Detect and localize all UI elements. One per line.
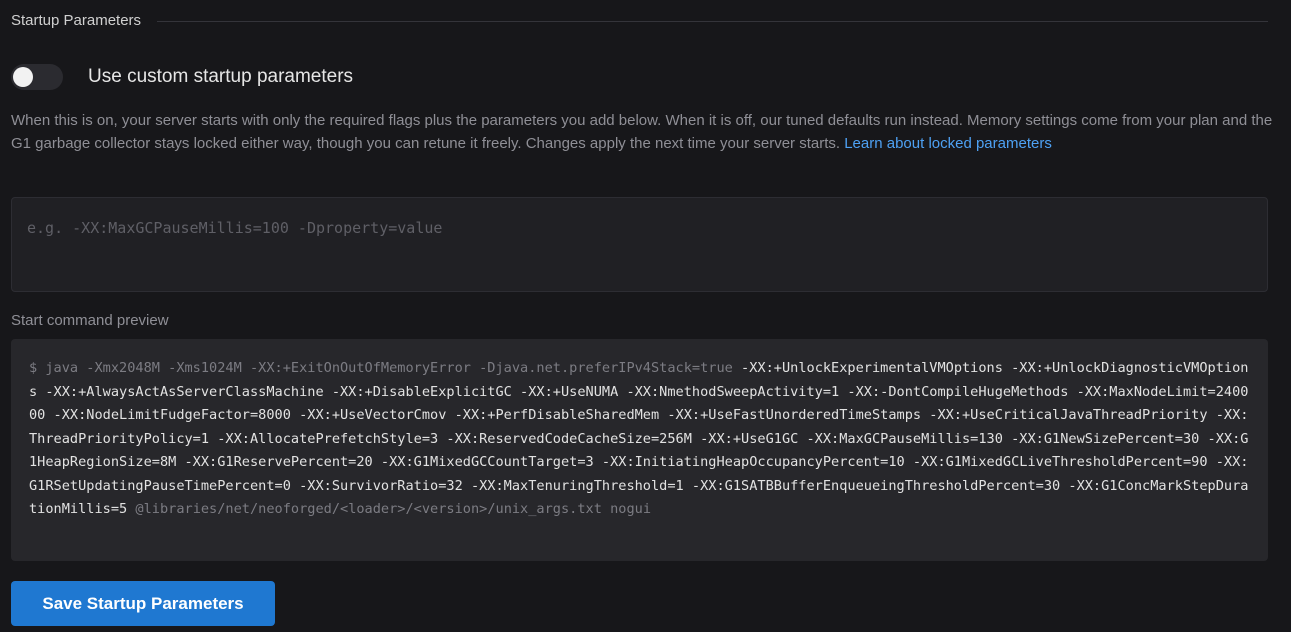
custom-params-input[interactable] <box>11 197 1268 292</box>
learn-locked-parameters-link[interactable]: Learn about locked parameters <box>844 135 1052 152</box>
description-text: When this is on, your server starts with… <box>11 109 1273 155</box>
section-title: Startup Parameters <box>11 12 142 29</box>
section-header: Startup Parameters <box>11 12 1268 29</box>
preview-label: Start command preview <box>11 312 169 329</box>
description-body: When this is on, your server starts with… <box>11 112 1273 152</box>
toggle-label: Use custom startup parameters <box>88 66 354 87</box>
command-suffix: @libraries/net/neoforged/<loader>/<versi… <box>127 501 652 517</box>
custom-params-toggle[interactable] <box>11 64 63 90</box>
command-prefix: $ java -Xmx2048M -Xms1024M -XX:+ExitOnOu… <box>29 360 742 376</box>
section-divider <box>157 21 1268 22</box>
command-custom-flags: -XX:+UnlockExperimentalVMOptions -XX:+Un… <box>29 360 1249 517</box>
command-preview: $ java -Xmx2048M -Xms1024M -XX:+ExitOnOu… <box>11 339 1268 561</box>
toggle-knob <box>13 67 33 87</box>
custom-params-toggle-row: Use custom startup parameters <box>11 64 353 90</box>
save-startup-parameters-button[interactable]: Save Startup Parameters <box>11 581 275 626</box>
